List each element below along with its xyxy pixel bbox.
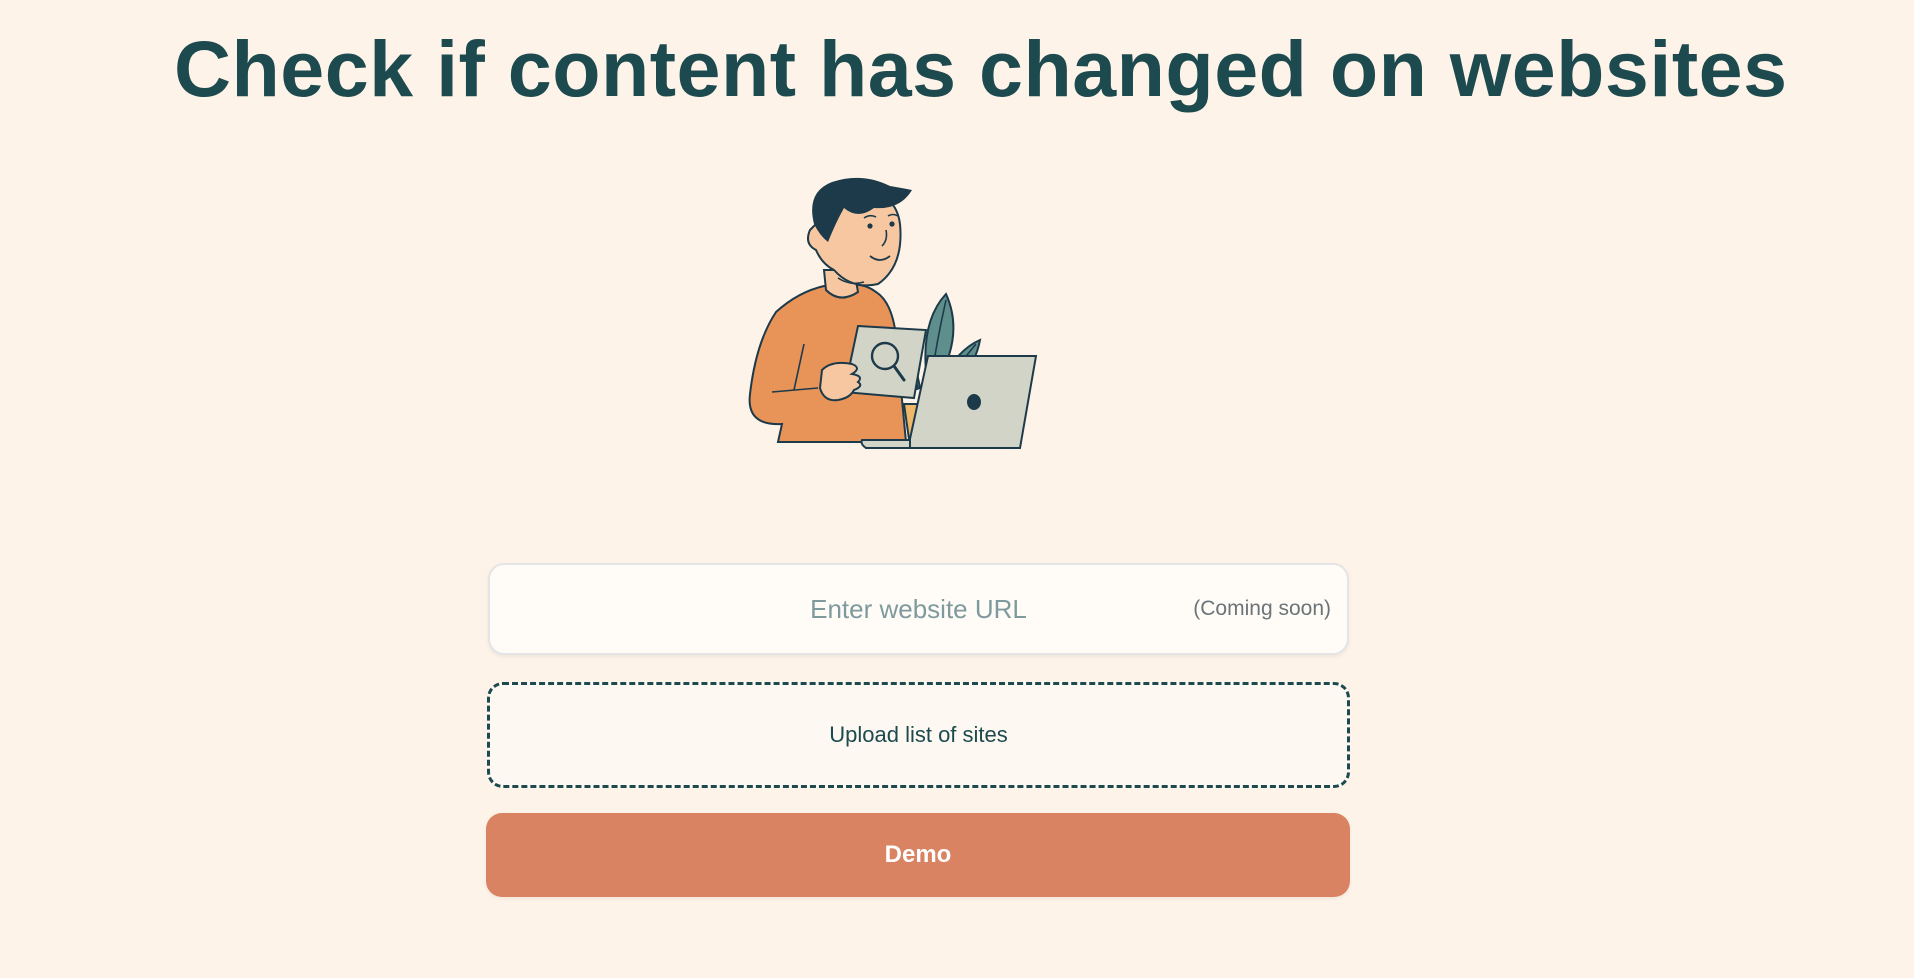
page: Check if content has changed on websites bbox=[0, 0, 1914, 978]
upload-list-label: Upload list of sites bbox=[829, 722, 1008, 747]
coming-soon-label: (Coming soon) bbox=[1193, 597, 1331, 620]
upload-list-dropzone[interactable]: Upload list of sites bbox=[487, 682, 1350, 788]
page-title: Check if content has changed on websites bbox=[174, 24, 1788, 113]
demo-button[interactable]: Demo bbox=[486, 813, 1350, 897]
person-laptop-illustration bbox=[748, 177, 1038, 449]
url-field-container: (Coming soon) bbox=[488, 563, 1349, 655]
